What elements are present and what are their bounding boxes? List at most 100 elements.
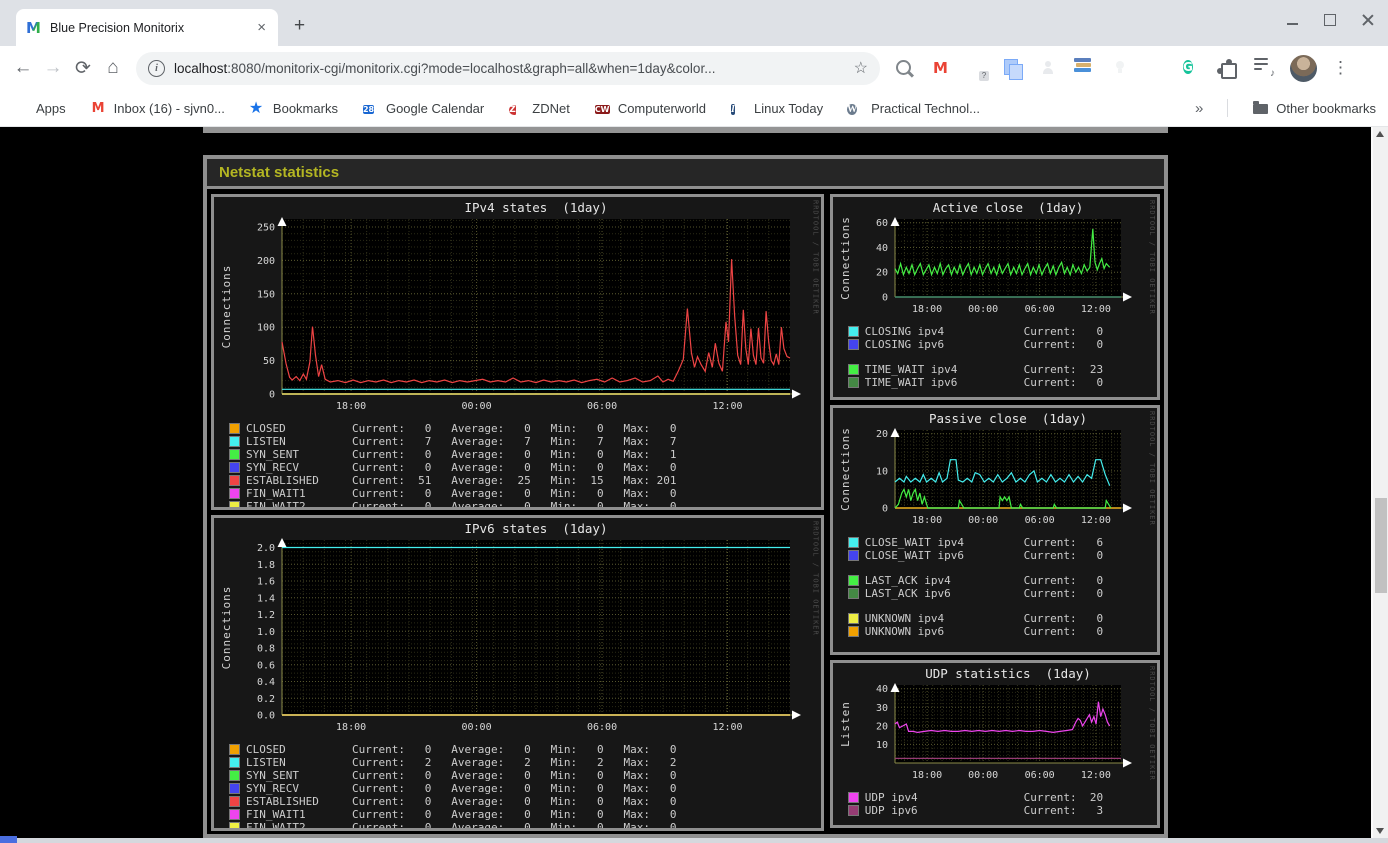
legend-swatch xyxy=(229,783,240,794)
bookmark-label: Inbox (16) - sjvn0... xyxy=(113,100,225,116)
home-button[interactable]: ⌂ xyxy=(98,57,128,79)
svg-text:1.0: 1.0 xyxy=(257,627,275,638)
previous-section-border xyxy=(203,127,1168,133)
legend-text: TIME_WAIT ipv6 Current: 0 xyxy=(864,376,1104,389)
legend-row: FIN_WAIT2 Current: 0 Average: 0 Min: 0 M… xyxy=(220,500,821,510)
chat-extension-icon[interactable] xyxy=(966,58,987,79)
bookmark-zdnet[interactable]: Z ZDNet xyxy=(508,100,570,117)
browser-titlebar: M Blue Precision Monitorix × + xyxy=(0,0,1388,46)
gmail-icon: M xyxy=(91,100,105,116)
bookmark-label: ZDNet xyxy=(532,100,570,116)
bookmark-star-icon[interactable]: ☆ xyxy=(854,58,868,78)
passive-close-panel: 18:00 00:00 06:00 12:00 0 10 20 Passive close (… xyxy=(829,405,1160,655)
library-extension-icon[interactable] xyxy=(1074,57,1095,79)
legend-row: LISTEN Current: 2 Average: 2 Min: 2 Max:… xyxy=(220,756,821,769)
legend-swatch xyxy=(229,770,240,781)
other-bookmarks-label: Other bookmarks xyxy=(1276,100,1376,116)
svg-text:0.0: 0.0 xyxy=(257,711,275,722)
browser-menu-icon[interactable]: ⋮ xyxy=(1332,59,1349,76)
legend-text: FIN_WAIT1 Current: 0 Average: 0 Min: 0 M… xyxy=(246,808,677,821)
bookmark-practical-technology[interactable]: W Practical Technol... xyxy=(847,100,980,117)
apps-label: Apps xyxy=(36,100,66,116)
legend-text: TIME_WAIT ipv4 Current: 23 xyxy=(864,363,1104,376)
vertical-scrollbar[interactable] xyxy=(1373,127,1388,838)
legend-swatch xyxy=(847,575,859,586)
window-maximize-icon[interactable] xyxy=(1324,14,1336,26)
playlist-extension-icon[interactable]: ♪ xyxy=(1254,57,1275,79)
back-button[interactable]: ← xyxy=(8,57,38,79)
legend-row: CLOSE_WAIT ipv4 Current: 6 xyxy=(839,536,1157,549)
passive-close-graph: 18:00 00:00 06:00 12:00 0 10 20 Passive close (… xyxy=(839,410,1157,638)
browser-toolbar: ← → ⟳ ⌂ i localhost:8080/monitorix-cgi/m… xyxy=(0,46,1388,90)
bookmark-computerworld[interactable]: CW Computerworld xyxy=(594,100,706,117)
accessibility-extension-icon[interactable] xyxy=(1038,58,1059,79)
legend-row: SYN_RECV Current: 0 Average: 0 Min: 0 Ma… xyxy=(220,782,821,795)
tab-close-icon[interactable]: × xyxy=(255,19,268,36)
forward-button[interactable]: → xyxy=(38,57,68,79)
legend-row: LISTEN Current: 7 Average: 7 Min: 7 Max:… xyxy=(220,435,821,448)
legend-text: SYN_SENT Current: 0 Average: 0 Min: 0 Ma… xyxy=(246,769,677,782)
extensions-puzzle-button[interactable] xyxy=(1217,58,1239,79)
search-extension-icon[interactable] xyxy=(894,58,915,79)
svg-text:12:00: 12:00 xyxy=(1081,770,1111,781)
browser-tab[interactable]: M Blue Precision Monitorix × xyxy=(16,9,278,46)
legend-text: FIN_WAIT2 Current: 0 Average: 0 Min: 0 M… xyxy=(246,500,677,510)
legend-swatch xyxy=(847,537,859,548)
legend-text: CLOSE_WAIT ipv6 Current: 0 xyxy=(864,549,1104,562)
gmail-extension-icon[interactable]: M xyxy=(930,58,951,79)
legend-text: UNKNOWN ipv6 Current: 0 xyxy=(864,625,1104,638)
legend-text: LISTEN Current: 7 Average: 7 Min: 7 Max:… xyxy=(246,435,677,448)
svg-text:0.6: 0.6 xyxy=(257,660,275,671)
bookmark-inbox[interactable]: M Inbox (16) - sjvn0... xyxy=(90,100,225,117)
reload-button[interactable]: ⟳ xyxy=(68,57,98,80)
legend-swatch xyxy=(229,757,240,768)
bookmark-bookmarks[interactable]: ★ Bookmarks xyxy=(249,100,338,117)
svg-text:Connections: Connections xyxy=(839,216,852,300)
grammarly-extension-icon[interactable]: G xyxy=(1182,58,1203,79)
bookmark-linux-today[interactable]: I Linux Today xyxy=(730,100,823,117)
legend-row: UDP ipv4 Current: 20 xyxy=(839,791,1157,804)
zoom-meeting-extension-icon[interactable] xyxy=(1146,58,1167,79)
site-info-icon[interactable]: i xyxy=(148,59,165,77)
legend-row: SYN_RECV Current: 0 Average: 0 Min: 0 Ma… xyxy=(220,461,821,474)
bookmark-google-calendar[interactable]: 28 Google Calendar xyxy=(362,100,484,117)
chart-canvas: 18:00 00:00 06:00 12:00 10 20 30 40 UDP statisti… xyxy=(839,666,1132,781)
star-icon: ★ xyxy=(248,99,264,117)
apps-shortcut[interactable]: Apps xyxy=(12,100,66,117)
window-minimize-icon[interactable] xyxy=(1287,23,1298,25)
legend-swatch xyxy=(847,626,859,637)
music-note-icon: ♪ xyxy=(1270,67,1275,79)
copy-pages-extension-icon[interactable] xyxy=(1002,58,1023,80)
svg-text:60: 60 xyxy=(876,218,888,229)
ipv6-states-panel: 18:00 00:00 06:00 12:00 0.0 0.2 0.4 0.6 0.8 1.0 1.… xyxy=(211,515,824,831)
new-tab-button[interactable]: + xyxy=(294,16,305,35)
other-bookmarks-button[interactable]: Other bookmarks xyxy=(1252,100,1376,117)
svg-text:40: 40 xyxy=(876,684,888,695)
scroll-down-icon[interactable] xyxy=(1376,828,1384,834)
url-text[interactable]: localhost:8080/monitorix-cgi/monitorix.c… xyxy=(174,61,846,76)
legend-text: UNKNOWN ipv4 Current: 0 xyxy=(864,612,1104,625)
svg-text:0: 0 xyxy=(882,504,888,515)
address-bar[interactable]: i localhost:8080/monitorix-cgi/monitorix… xyxy=(136,51,880,85)
section-title: Netstat statistics xyxy=(207,159,1164,189)
zdnet-icon: Z xyxy=(509,104,516,115)
graph-legend: CLOSED Current: 0 Average: 0 Min: 0 Max:… xyxy=(220,422,821,510)
legend-row: ESTABLISHED Current: 51 Average: 25 Min:… xyxy=(220,474,821,487)
svg-text:1.8: 1.8 xyxy=(257,560,275,571)
legend-row: ESTABLISHED Current: 0 Average: 0 Min: 0… xyxy=(220,795,821,808)
legend-swatch xyxy=(847,377,859,388)
svg-text:00:00: 00:00 xyxy=(968,515,998,526)
bookmarks-overflow-chevron[interactable]: » xyxy=(1195,100,1203,117)
svg-text:06:00: 06:00 xyxy=(1024,304,1054,315)
linux-today-icon: I xyxy=(730,103,735,115)
window-close-icon[interactable] xyxy=(1362,14,1374,26)
scrollbar-thumb[interactable] xyxy=(1374,498,1387,593)
graph-legend: CLOSE_WAIT ipv4 Current: 6 CLOSE_WAIT ipv… xyxy=(839,536,1157,638)
svg-text:12:00: 12:00 xyxy=(1081,304,1111,315)
profile-avatar[interactable] xyxy=(1290,54,1317,82)
svg-text:06:00: 06:00 xyxy=(1024,515,1054,526)
scroll-up-icon[interactable] xyxy=(1376,131,1384,137)
lamp-extension-icon[interactable] xyxy=(1110,58,1131,79)
svg-text:0.2: 0.2 xyxy=(257,694,275,705)
svg-text:12:00: 12:00 xyxy=(712,401,742,412)
